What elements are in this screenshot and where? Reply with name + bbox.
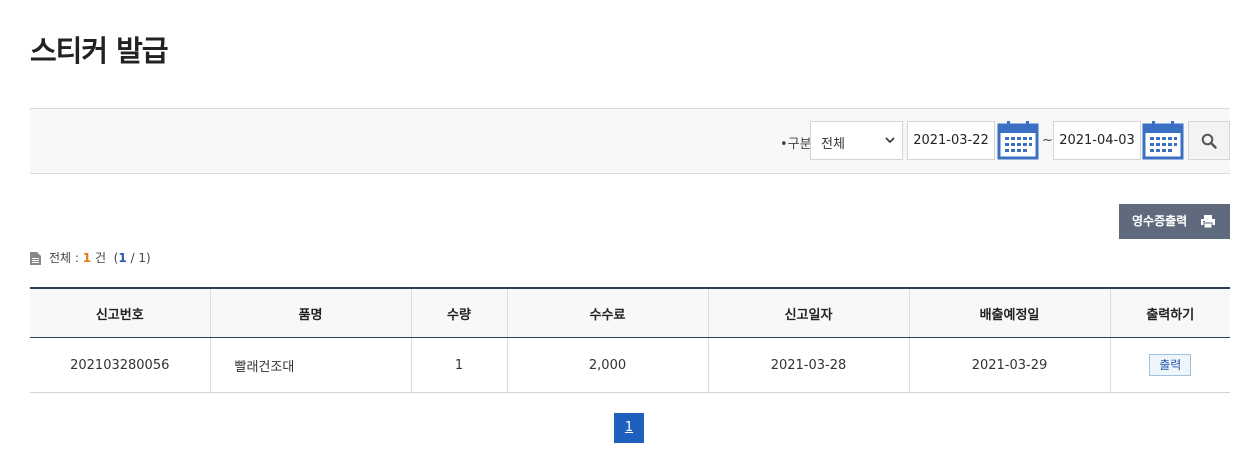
category-label: •구분 — [780, 137, 812, 152]
pagination-page-1[interactable]: 1 — [614, 413, 644, 443]
category-select-value: 전체 — [821, 137, 845, 152]
column-header-fee: 수수료 — [507, 287, 709, 338]
cell-disposal-date: 2021-03-29 — [909, 337, 1111, 393]
column-header-print: 출력하기 — [1110, 287, 1230, 338]
cell-item: 빨래건조대 — [210, 337, 412, 393]
total-label: 전체 : — [49, 251, 79, 265]
receipt-print-label: 영수증출력 — [1132, 214, 1188, 228]
sticker-table: 신고번호 품명 수량 수수료 신고일자 배출예정일 출력하기 202103280… — [30, 287, 1230, 393]
end-date-input[interactable] — [1053, 121, 1141, 160]
page-title: 스티커 발급 — [30, 34, 168, 68]
cell-print: 출력 — [1110, 337, 1230, 393]
table-header-row: 신고번호 품명 수량 수수료 신고일자 배출예정일 출력하기 — [30, 287, 1230, 338]
search-button[interactable] — [1188, 121, 1230, 160]
cell-qty: 1 — [411, 337, 508, 393]
category-select[interactable]: 전체 — [810, 121, 903, 160]
total-count: 1 — [82, 251, 92, 265]
receipt-print-button[interactable]: 영수증출력 — [1119, 204, 1230, 239]
print-button[interactable]: 출력 — [1149, 354, 1192, 376]
chevron-down-icon — [885, 137, 895, 144]
search-filter-bar: •구분 전체 ~ — [30, 108, 1230, 174]
calendar-icon[interactable] — [1142, 120, 1184, 160]
date-range-separator: ~ — [1042, 133, 1053, 148]
count-unit: 건 — [94, 251, 107, 265]
cell-fee: 2,000 — [507, 337, 709, 393]
column-header-disposal-date: 배출예정일 — [909, 287, 1111, 338]
result-count: 전체 : 1 건 (1 / 1) — [30, 249, 151, 266]
cell-report-date: 2021-03-28 — [708, 337, 910, 393]
page-info-total: / 1) — [126, 251, 151, 265]
current-page-number: 1 — [118, 251, 127, 265]
table-row: 202103280056 빨래건조대 1 2,000 2021-03-28 20… — [30, 337, 1230, 393]
calendar-icon[interactable] — [997, 120, 1039, 160]
document-icon — [30, 252, 41, 265]
cell-report-no: 202103280056 — [30, 337, 211, 393]
column-header-report-date: 신고일자 — [708, 287, 910, 338]
column-header-qty: 수량 — [411, 287, 508, 338]
column-header-report-no: 신고번호 — [30, 287, 211, 338]
search-icon — [1201, 133, 1217, 149]
printer-icon — [1201, 215, 1215, 229]
start-date-input[interactable] — [907, 121, 995, 160]
column-header-item: 품명 — [210, 287, 412, 338]
